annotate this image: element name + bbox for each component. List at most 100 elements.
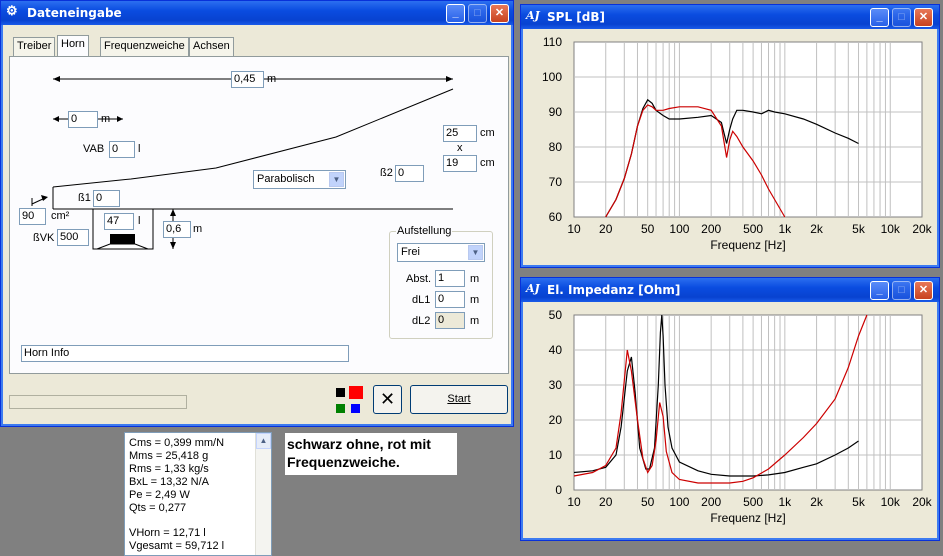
x-tick-label: 100 <box>669 222 689 236</box>
x-tick-label: 500 <box>743 495 763 509</box>
dl1-label: dL1 <box>412 294 431 306</box>
dl2-unit: m <box>470 315 480 327</box>
x-tick-label: 2k <box>810 222 824 236</box>
x-tick-label: 200 <box>701 495 721 509</box>
beta2-label: ß2 <box>380 167 393 179</box>
x-tick-label: 20 <box>599 222 613 236</box>
x-tick-label: 5k <box>852 222 866 236</box>
offset-unit: m <box>101 113 111 125</box>
y-tick-label: 20 <box>549 413 563 427</box>
x-tick-label: 20 <box>599 495 613 509</box>
color-swatch-red[interactable] <box>349 386 363 399</box>
parameter-panel: Cms = 0,399 mm/N Mms = 25,418 g Rms = 1,… <box>124 432 272 556</box>
color-swatch-green[interactable] <box>336 404 345 413</box>
minimize-button[interactable]: _ <box>870 8 889 27</box>
scrollbar[interactable]: ▲ <box>255 433 271 555</box>
x-tick-label: 10 <box>567 222 581 236</box>
param-line: Qts = 0,277 <box>129 501 187 514</box>
param-line: Rms = 1,33 kg/s <box>129 462 209 475</box>
volume-field[interactable]: 47 <box>104 213 134 230</box>
minimize-button[interactable]: _ <box>870 281 889 300</box>
spl-window: AJ SPL [dB] _ □ ✕ 60 70 80 90 100 110 10 20 50 10… <box>520 4 940 268</box>
offset-field[interactable]: 0 <box>68 111 98 128</box>
x-tick-label: 200 <box>701 222 721 236</box>
vab-unit: l <box>138 143 141 155</box>
progress-bar <box>9 395 187 409</box>
x-tick-label: 500 <box>743 222 763 236</box>
chevron-down-icon[interactable]: ▼ <box>468 245 483 260</box>
color-swatch-black[interactable] <box>336 388 345 397</box>
y-tick-label: 80 <box>549 140 563 154</box>
bvk-field[interactable]: 500 <box>57 229 89 246</box>
start-label: Start <box>447 393 471 405</box>
beta1-field[interactable]: 0 <box>93 190 120 207</box>
param-line <box>129 514 224 527</box>
aufstellung-value: Frei <box>401 246 420 258</box>
y-tick-label: 70 <box>549 175 563 189</box>
spl-chart: 60 70 80 90 100 110 10 20 50 100 200 500 1k 2k 5k 10k 20… <box>542 35 933 252</box>
aufstellung-select[interactable]: Frei ▼ <box>397 243 485 262</box>
clear-button[interactable]: ✕ <box>373 385 402 414</box>
distance-field[interactable]: 0,6 <box>163 221 191 238</box>
maximize-button: □ <box>892 8 911 27</box>
dl1-unit: m <box>470 294 480 306</box>
note-line-1: schwarz ohne, rot mit <box>287 436 431 452</box>
param-line: VHorn = 12,71 l <box>129 527 206 540</box>
impedance-titlebar[interactable]: AJ El. Impedanz [Ohm] _ □ ✕ <box>521 278 939 302</box>
aufstellung-title: Aufstellung <box>396 225 453 237</box>
mouth-height-field[interactable]: 19 <box>443 155 477 172</box>
param-line: BxL = 13,32 N/A <box>129 475 210 488</box>
x-axis-label: Frequenz [Hz] <box>710 511 785 525</box>
dl2-label: dL2 <box>412 315 431 327</box>
mouth-width-field[interactable]: 25 <box>443 125 477 142</box>
abst-label: Abst. <box>406 273 432 285</box>
vab-field[interactable]: 0 <box>109 141 135 158</box>
plot-area <box>573 41 923 218</box>
x-tick-label: 2k <box>810 495 824 509</box>
x-axis-label: Frequenz [Hz] <box>710 238 785 252</box>
horn-length-unit: m <box>267 73 277 85</box>
y-tick-label: 40 <box>549 343 563 357</box>
param-line: Cms = 0,399 mm/N <box>129 437 225 449</box>
impedance-window: AJ El. Impedanz [Ohm] _ □ ✕ 0 10 20 30 40 50 1… <box>520 277 940 541</box>
dl1-field[interactable]: 0 <box>435 291 465 308</box>
spl-title: SPL [dB] <box>547 10 605 24</box>
aj-logo-icon: AJ <box>526 9 540 22</box>
y-tick-label: 60 <box>549 210 563 224</box>
y-tick-label: 30 <box>549 378 563 392</box>
maximize-button: □ <box>892 281 911 300</box>
horn-length-field[interactable]: 0,45 <box>231 71 264 88</box>
start-button[interactable]: Start <box>410 385 508 414</box>
x-tick-label: 10k <box>881 495 901 509</box>
close-button[interactable]: ✕ <box>914 8 933 27</box>
x-tick-label: 10k <box>881 222 901 236</box>
param-line: Pe = 2,49 W <box>129 488 190 501</box>
x-tick-label: 20k <box>912 495 932 509</box>
plot-area <box>573 314 923 491</box>
note-box: schwarz ohne, rot mit Frequenzweiche. <box>285 433 457 475</box>
mouth-height-unit: cm <box>480 157 495 169</box>
close-button[interactable]: ✕ <box>914 281 933 300</box>
impedance-title: El. Impedanz [Ohm] <box>547 283 681 297</box>
x-tick-label: 5k <box>852 495 866 509</box>
dateneingabe-window: ⚙ Dateneingabe _ □ ✕ Treiber Horn Freque… <box>0 0 514 427</box>
throat-area-field[interactable]: 90 <box>19 208 46 225</box>
chevron-down-icon[interactable]: ▼ <box>329 172 344 187</box>
beta2-field[interactable]: 0 <box>395 165 424 182</box>
abst-field[interactable]: 1 <box>435 270 465 287</box>
abst-unit: m <box>470 273 480 285</box>
y-tick-label: 50 <box>549 308 563 322</box>
y-tick-label: 100 <box>542 70 562 84</box>
bvk-label: ßVK <box>33 232 55 244</box>
dl2-field: 0 <box>435 312 465 329</box>
x-tick-label: 100 <box>669 495 689 509</box>
x-tick-label: 10 <box>567 495 581 509</box>
scroll-up-button[interactable]: ▲ <box>256 433 271 449</box>
impedance-chart: 0 10 20 30 40 50 10 20 50 100 200 500 1k 2k 5k 10k 20k Fr… <box>549 308 933 525</box>
horn-info-field[interactable]: Horn Info <box>21 345 349 362</box>
x-tick-label: 1k <box>778 222 792 236</box>
profile-select[interactable]: Parabolisch ▼ <box>253 170 346 189</box>
color-swatch-blue[interactable] <box>351 404 360 413</box>
spl-titlebar[interactable]: AJ SPL [dB] _ □ ✕ <box>521 5 939 29</box>
param-line: Mms = 25,418 g <box>129 449 209 462</box>
